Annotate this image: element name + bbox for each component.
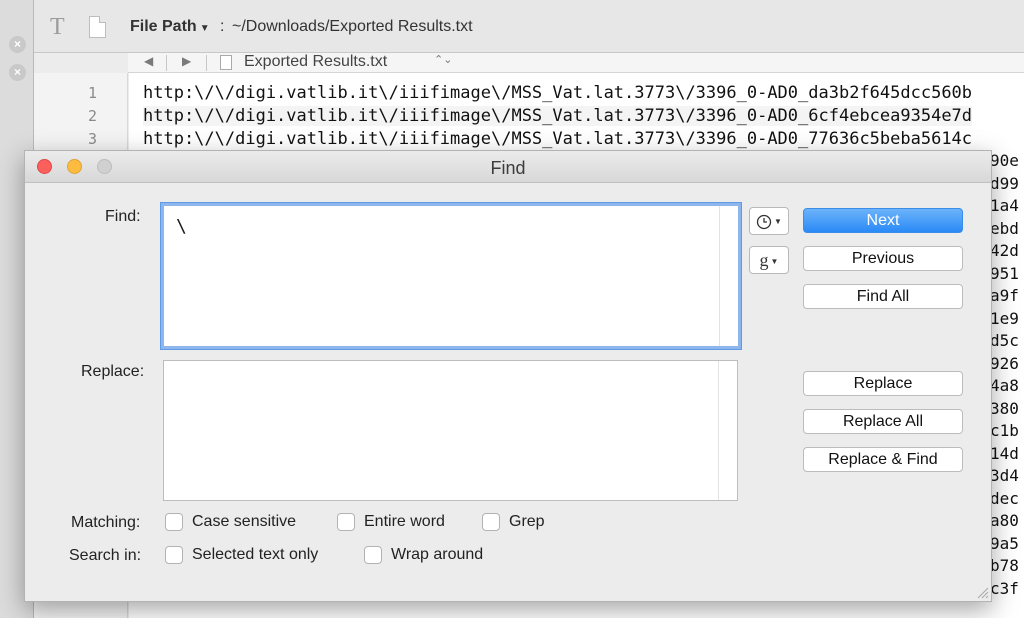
- next-button[interactable]: Next: [803, 208, 963, 233]
- scrollbar[interactable]: [719, 206, 720, 346]
- updown-chevron-icon[interactable]: ⌃⌄: [434, 53, 452, 66]
- close-tab-icon[interactable]: ×: [9, 36, 26, 53]
- document-icon[interactable]: [89, 16, 106, 38]
- chevron-down-icon: ▼: [770, 256, 779, 266]
- code-fragment: 951: [990, 263, 1019, 283]
- code-fragment: 926: [990, 353, 1019, 373]
- code-fragment: 1a4: [990, 196, 1019, 215]
- history-button[interactable]: ▼: [749, 207, 789, 235]
- code-line: http:\/\/digi.vatlib.it\/iiifimage\/MSS_…: [143, 83, 973, 103]
- code-fragment: 42d: [990, 241, 1019, 260]
- entire-word-label[interactable]: Entire word: [364, 513, 445, 531]
- code-fragment: 4a8: [990, 376, 1019, 395]
- code-fragment: d5c: [990, 331, 1019, 350]
- line-number: 1: [87, 84, 97, 102]
- code-fragment: d99: [990, 173, 1019, 193]
- code-fragment: 90e: [990, 151, 1019, 170]
- code-fragment: 1e9: [990, 308, 1019, 328]
- grep-label[interactable]: Grep: [509, 513, 545, 531]
- close-tab-icon[interactable]: ×: [9, 64, 26, 81]
- code-line: http:\/\/digi.vatlib.it\/iiifimage\/MSS_…: [143, 106, 973, 126]
- case-sensitive-checkbox[interactable]: [165, 513, 183, 531]
- code-fragment: c3f: [990, 578, 1019, 598]
- code-fragment: a80: [990, 511, 1019, 530]
- document-icon: [220, 55, 232, 70]
- previous-button[interactable]: Previous: [803, 246, 963, 271]
- dialog-title: Find: [490, 158, 526, 178]
- search-in-label: Search in:: [69, 547, 142, 564]
- code-fragment: b78: [990, 556, 1019, 575]
- divider: [166, 55, 167, 71]
- code-fragment: 3d4: [990, 466, 1019, 485]
- grep-icon: g: [759, 250, 769, 270]
- text-options-icon[interactable]: T: [50, 14, 65, 41]
- scrollbar[interactable]: [718, 361, 719, 500]
- chevron-down-icon: ▼: [199, 23, 210, 34]
- code-fragment: 9a5: [990, 533, 1019, 553]
- document-menu[interactable]: Exported Results.txt: [244, 53, 387, 71]
- replace-label: Replace:: [81, 363, 145, 380]
- next-document-icon[interactable]: ▶: [182, 54, 191, 68]
- resize-grip-icon[interactable]: [975, 585, 989, 599]
- code-fragment: 14d: [990, 443, 1019, 463]
- code-fragment: dec: [990, 488, 1019, 508]
- code-fragment: a9f: [990, 286, 1019, 305]
- file-path-label: File Path: [130, 18, 197, 35]
- wrap-around-label[interactable]: Wrap around: [391, 546, 483, 564]
- code-fragment: c1b: [990, 421, 1019, 440]
- find-label: Find:: [105, 208, 141, 225]
- code-fragment: 380: [990, 398, 1019, 418]
- replace-all-button[interactable]: Replace All: [803, 409, 963, 434]
- code-line: http:\/\/digi.vatlib.it\/iiifimage\/MSS_…: [143, 129, 973, 149]
- file-path-separator: :: [220, 18, 225, 35]
- code-fragment: ebd: [990, 218, 1019, 238]
- file-path-value: ~/Downloads/Exported Results.txt: [232, 18, 473, 35]
- replace-button[interactable]: Replace: [803, 371, 963, 396]
- title-bar: Find: [25, 151, 991, 183]
- find-dialog: Find Find: \ ▼ g ▼ Next Previous Find All…: [24, 150, 992, 602]
- grep-checkbox[interactable]: [482, 513, 500, 531]
- previous-document-icon[interactable]: ◀: [144, 54, 153, 68]
- selected-text-only-label[interactable]: Selected text only: [192, 546, 318, 564]
- replace-input[interactable]: [163, 360, 738, 501]
- entire-word-checkbox[interactable]: [337, 513, 355, 531]
- path-bar: T File Path ▼ : ~/Downloads/Exported Resu…: [34, 0, 1024, 53]
- grep-options-button[interactable]: g ▼: [749, 246, 789, 274]
- matching-label: Matching:: [71, 514, 141, 531]
- case-sensitive-label[interactable]: Case sensitive: [192, 513, 296, 531]
- file-path-menu[interactable]: File Path ▼: [130, 18, 210, 36]
- find-all-button[interactable]: Find All: [803, 284, 963, 309]
- find-input[interactable]: \: [161, 203, 741, 349]
- clock-icon: [756, 215, 772, 230]
- replace-and-find-button[interactable]: Replace & Find: [803, 447, 963, 472]
- wrap-around-checkbox[interactable]: [364, 546, 382, 564]
- line-number: 3: [87, 130, 97, 148]
- line-number: 2: [87, 107, 97, 125]
- navigation-bar: ◀ ▶ Exported Results.txt ⌃⌄: [128, 53, 1024, 73]
- selected-text-only-checkbox[interactable]: [165, 546, 183, 564]
- divider: [206, 55, 207, 71]
- chevron-down-icon: ▼: [774, 217, 782, 227]
- find-input-text: \: [176, 216, 187, 237]
